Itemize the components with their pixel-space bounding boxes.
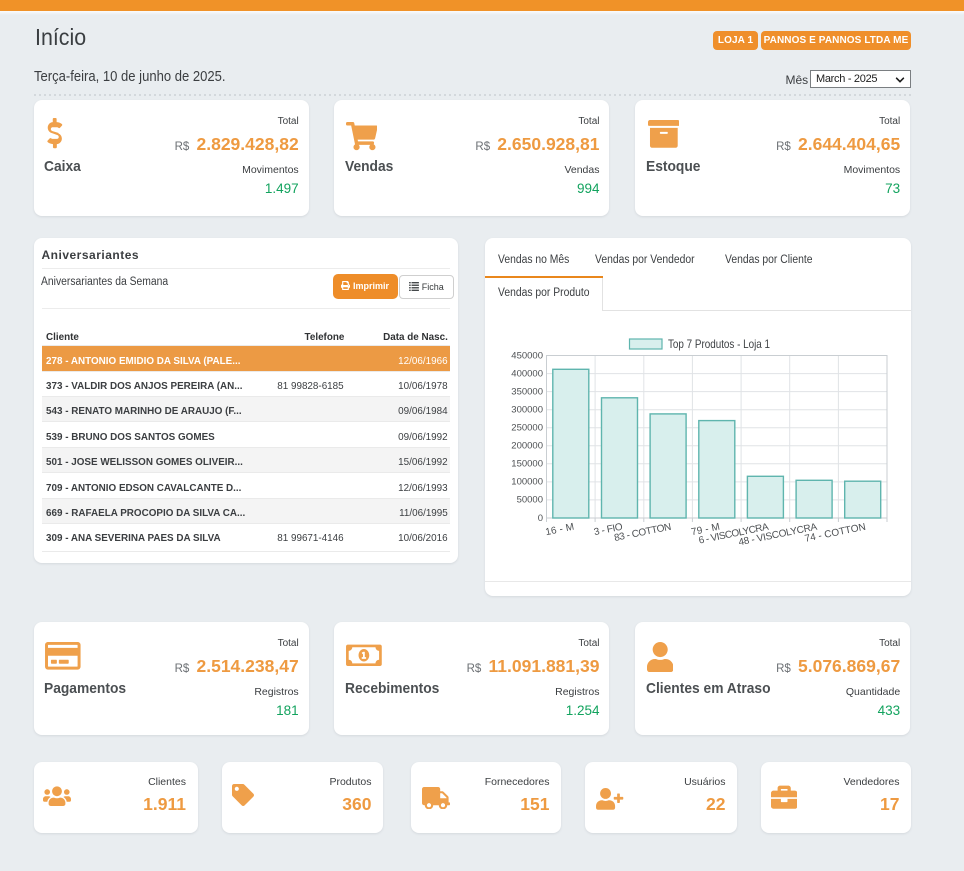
svg-text:0: 0 bbox=[538, 513, 543, 524]
svg-text:200000: 200000 bbox=[511, 441, 543, 452]
svg-text:300000: 300000 bbox=[511, 405, 543, 416]
svg-text:50000: 50000 bbox=[517, 495, 543, 506]
svg-text:100000: 100000 bbox=[511, 477, 543, 488]
svg-text:150000: 150000 bbox=[511, 459, 543, 470]
svg-text:400000: 400000 bbox=[511, 368, 543, 379]
svg-text:Top 7 Produtos - Loja 1: Top 7 Produtos - Loja 1 bbox=[668, 337, 770, 351]
svg-text:350000: 350000 bbox=[511, 386, 543, 397]
svg-text:450000: 450000 bbox=[511, 350, 543, 361]
svg-text:16 - M: 16 - M bbox=[544, 522, 575, 539]
svg-text:250000: 250000 bbox=[511, 423, 543, 434]
